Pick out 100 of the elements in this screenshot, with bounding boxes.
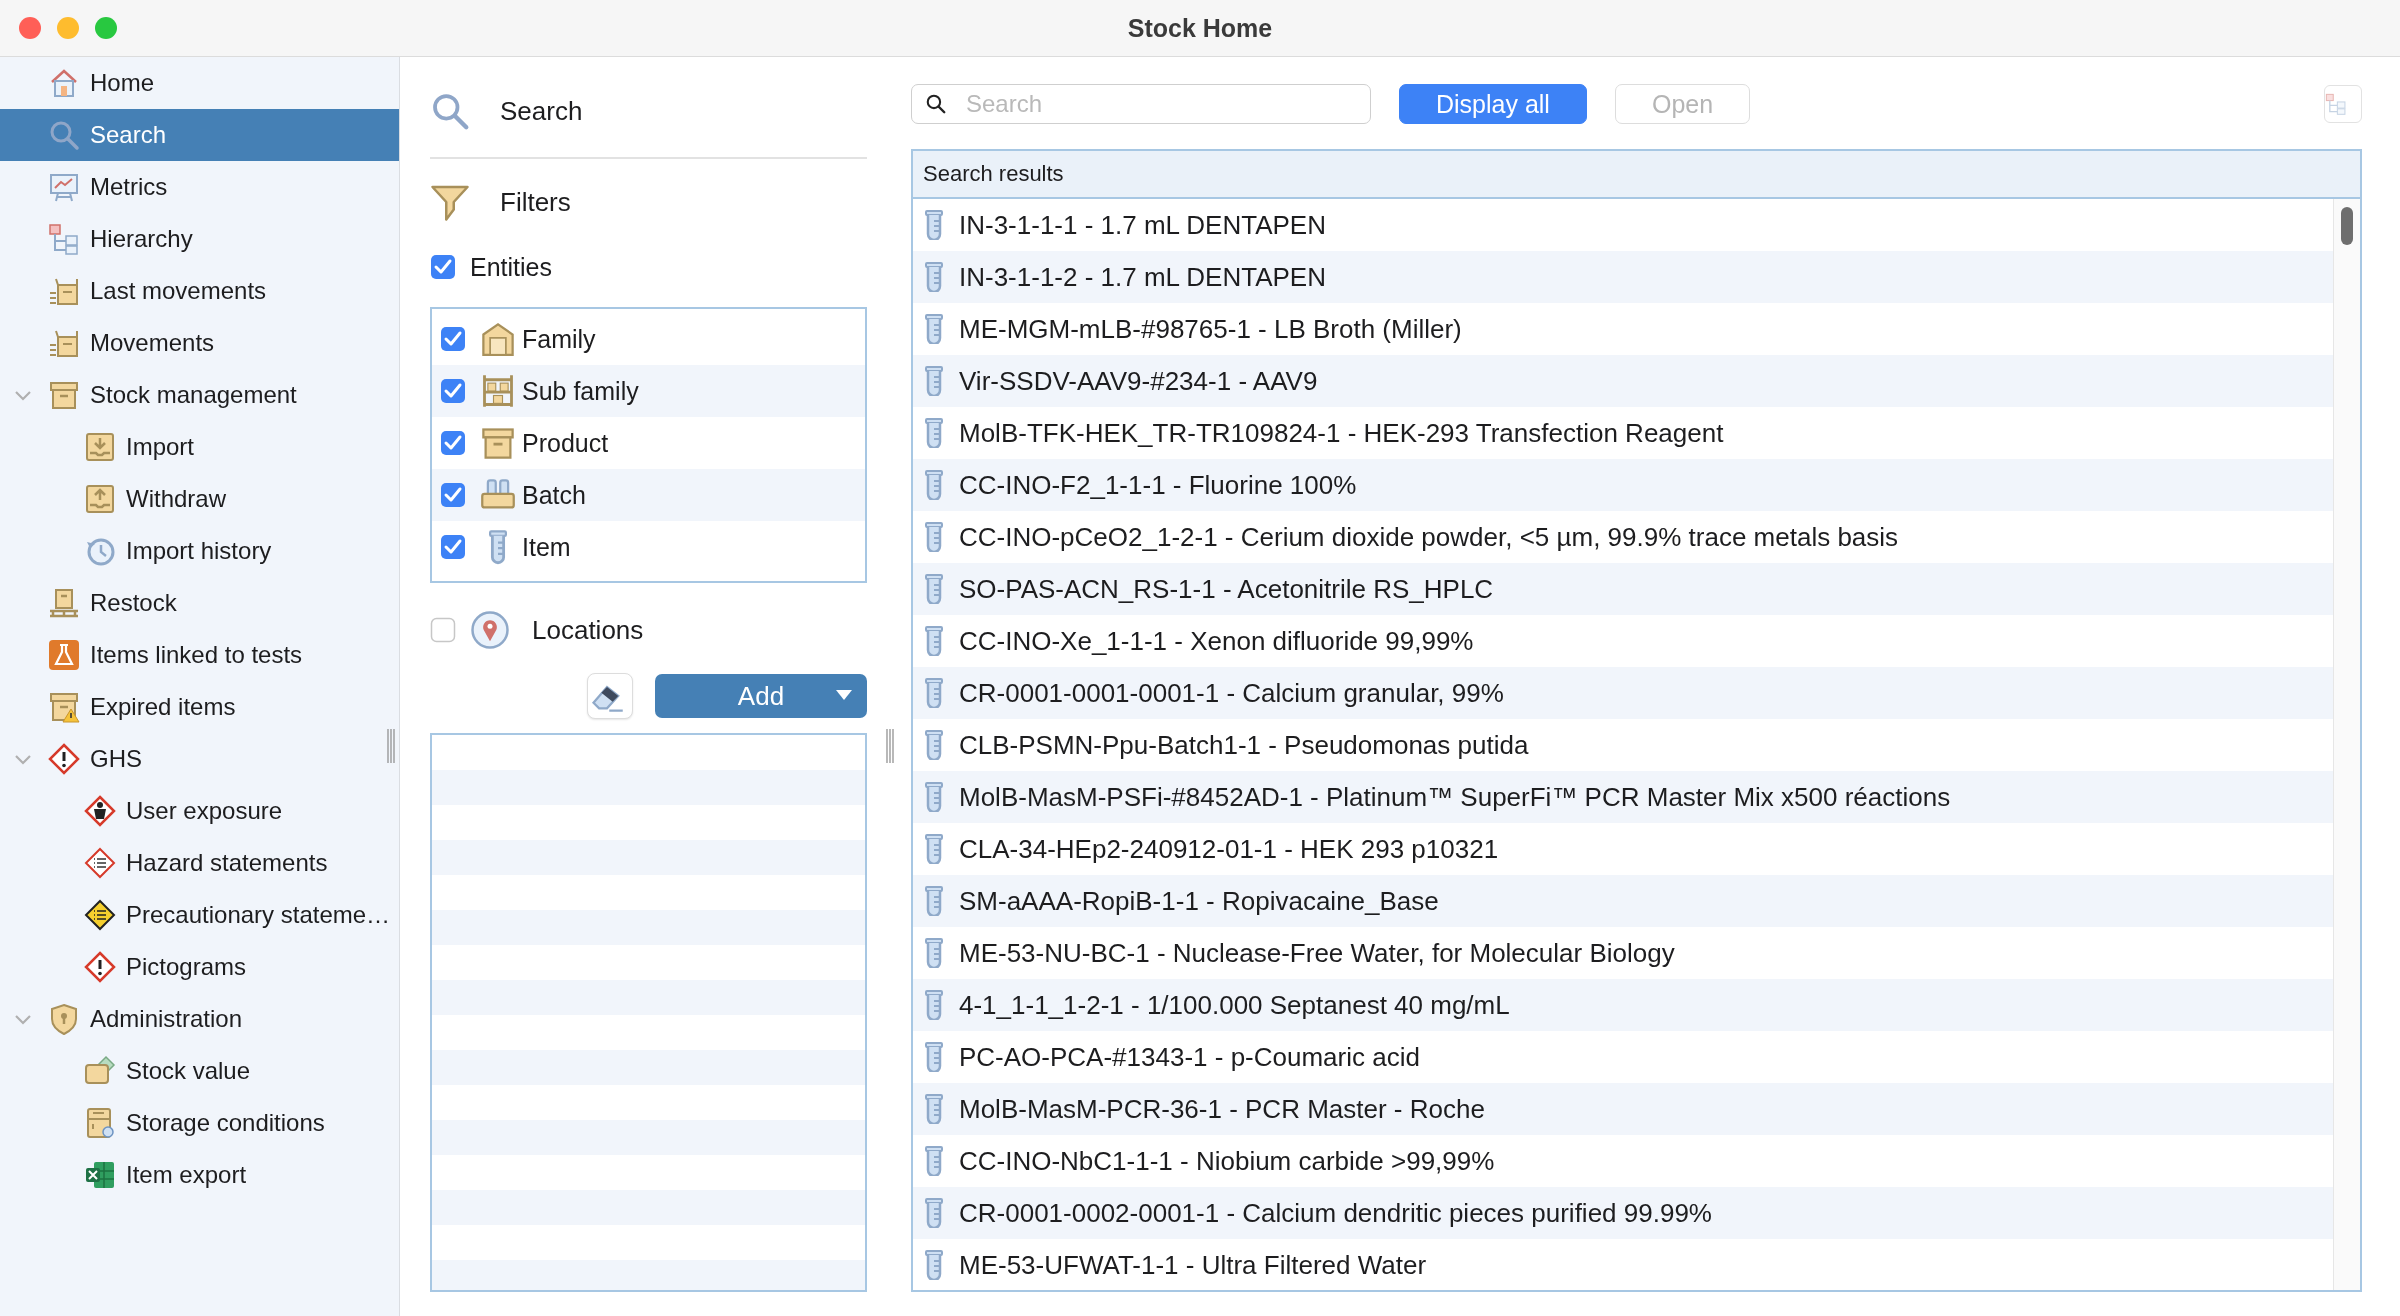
test-tube-icon (923, 1250, 945, 1280)
sidebar-item[interactable]: User exposure (0, 785, 399, 837)
sidebar-item[interactable]: Search (0, 109, 399, 161)
checkbox[interactable] (430, 254, 456, 280)
test-tube-icon (923, 210, 945, 240)
test-tube-icon (923, 938, 945, 968)
health-hazard-diamond-icon (84, 795, 116, 827)
result-row[interactable]: CR-0001-0002-0001-1 - Calcium dendritic pieces purified 99.99% (913, 1187, 2333, 1239)
cabinet-gear-icon (84, 1107, 116, 1139)
table-header: Search results (923, 161, 1064, 187)
result-row[interactable]: CC-INO-F2_1-1-1 - Fluorine 100% (913, 459, 2333, 511)
scroll-thumb[interactable] (2341, 207, 2353, 245)
test-tube-icon (923, 990, 945, 1020)
result-row[interactable]: PC-AO-PCA-#1343-1 - p-Coumaric acid (913, 1031, 2333, 1083)
result-row[interactable]: CC-INO-pCeO2_1-2-1 - Cerium dioxide powder, <5 µm, 99.9% trace metals basis (913, 511, 2333, 563)
sidebar-item[interactable]: Stock management (0, 369, 399, 421)
splitter-handle[interactable] (885, 729, 895, 763)
result-row[interactable]: MolB-TFK-HEK_TR-TR109824-1 - HEK-293 Transfection Reagent (913, 407, 2333, 459)
sidebar-item[interactable]: Import history (0, 525, 399, 577)
search-icon (48, 119, 80, 151)
result-row[interactable]: CR-0001-0001-0001-1 - Calcium granular, 99% (913, 667, 2333, 719)
eraser-button[interactable] (587, 673, 633, 719)
sidebar-label: Precautionary stateme… (126, 901, 391, 929)
minimize-button[interactable] (56, 16, 80, 40)
sidebar-item[interactable]: Hazard statements (0, 837, 399, 889)
result-row[interactable]: ME-53-UFWAT-1-1 - Ultra Filtered Water (913, 1239, 2333, 1290)
test-tube-icon (923, 366, 945, 396)
result-row[interactable]: CLB-PSMN-Ppu-Batch1-1 - Pseudomonas putida (913, 719, 2333, 771)
sidebar-label: Restock (90, 589, 177, 617)
checkbox[interactable] (440, 482, 466, 508)
checkbox-label: Product (522, 428, 609, 458)
sidebar-label: Item export (126, 1161, 247, 1189)
checkbox-label: Entities (470, 252, 552, 282)
sidebar-item[interactable]: Expired items (0, 681, 399, 733)
checkbox[interactable] (440, 378, 466, 404)
hierarchy-icon (48, 223, 80, 255)
search-icon (430, 91, 470, 131)
test-tube-icon (923, 782, 945, 812)
sidebar-label: Hierarchy (90, 225, 193, 253)
display-all-button[interactable]: Display all (1399, 84, 1587, 124)
result-row[interactable]: ME-53-NU-BC-1 - Nuclease-Free Water, for Molecular Biology (913, 927, 2333, 979)
result-row[interactable]: 4-1_1-1_1-2-1 - 1/100.000 Septanest 40 mg/mL (913, 979, 2333, 1031)
sidebar-item[interactable]: Administration (0, 993, 399, 1045)
zoom-button[interactable] (94, 16, 118, 40)
test-tube-icon (923, 1042, 945, 1072)
result-row[interactable]: IN-3-1-1-1 - 1.7 mL DENTAPEN (913, 199, 2333, 251)
sidebar-item[interactable]: Stock value (0, 1045, 399, 1097)
sidebar-label: Home (90, 69, 155, 97)
result-row[interactable]: MolB-MasM-PSFi-#8452AD-1 - Platinum™ SuperFi™ PCR Master Mix x500 réactions (913, 771, 2333, 823)
sidebar-item[interactable]: Movements (0, 317, 399, 369)
sidebar-label: Import (126, 433, 194, 461)
result-row[interactable]: CLA-34-HEp2-240912-01-1 - HEK 293 p10321 (913, 823, 2333, 875)
close-button[interactable] (18, 16, 42, 40)
sidebar-item[interactable]: Item export (0, 1149, 399, 1201)
sidebar-item[interactable]: Hierarchy (0, 213, 399, 265)
checkbox[interactable] (430, 617, 456, 643)
result-row[interactable]: SM-aAAA-RopiB-1-1 - Ropivacaine_Base (913, 875, 2333, 927)
warning-diamond-icon (48, 743, 80, 775)
checkbox[interactable] (440, 430, 466, 456)
add-button[interactable]: Add (655, 674, 867, 718)
sidebar-label: Pictograms (126, 953, 247, 981)
sidebar-item[interactable]: Storage conditions (0, 1097, 399, 1149)
sidebar-item[interactable]: Import (0, 421, 399, 473)
checkbox[interactable] (440, 326, 466, 352)
checkbox-label: Sub family (522, 376, 639, 406)
sidebar-item[interactable]: Restock (0, 577, 399, 629)
result-row[interactable]: IN-3-1-1-2 - 1.7 mL DENTAPEN (913, 251, 2333, 303)
box-icon (48, 379, 80, 411)
sidebar-item[interactable]: Items linked to tests (0, 629, 399, 681)
location-pin-icon (470, 610, 510, 650)
test-tube-icon (923, 1198, 945, 1228)
sidebar-item[interactable]: Precautionary stateme… (0, 889, 399, 941)
result-row[interactable]: MolB-MasM-PCR-36-1 - PCR Master - Roche (913, 1083, 2333, 1135)
result-row[interactable]: ME-MGM-mLB-#98765-1 - LB Broth (Miller) (913, 303, 2333, 355)
scrollbar[interactable] (2333, 199, 2360, 1290)
result-row[interactable]: SO-PAS-ACN_RS-1-1 - Acetonitrile RS_HPLC (913, 563, 2333, 615)
sidebar-item[interactable]: GHS (0, 733, 399, 785)
result-row[interactable]: Vir-SSDV-AAV9-#234-1 - AAV9 (913, 355, 2333, 407)
sidebar-label: Stock value (126, 1057, 251, 1085)
sidebar-item[interactable]: Last movements (0, 265, 399, 317)
box-icon (480, 425, 516, 461)
window-title: Stock Home (1127, 13, 1273, 43)
result-row[interactable]: CC-INO-Xe_1-1-1 - Xenon difluoride 99,99% (913, 615, 2333, 667)
sidebar-label: Administration (90, 1005, 243, 1033)
result-row[interactable]: CC-INO-NbC1-1-1 - Niobium carbide >99,99% (913, 1135, 2333, 1187)
search-field[interactable]: Search (911, 84, 1371, 124)
hierarchy-button[interactable] (2324, 85, 2362, 123)
splitter-handle[interactable] (386, 729, 396, 763)
sidebar-item[interactable]: Pictograms (0, 941, 399, 993)
shield-icon (48, 1003, 80, 1035)
sidebar-label: Search (90, 121, 167, 149)
sidebar-label: Last movements (90, 277, 267, 305)
sidebar-item[interactable]: Metrics (0, 161, 399, 213)
easel-chart-icon (48, 171, 80, 203)
test-tube-icon (923, 678, 945, 708)
checkbox[interactable] (440, 534, 466, 560)
sidebar-label: Items linked to tests (90, 641, 303, 669)
list-diamond-icon (84, 899, 116, 931)
sidebar-item[interactable]: Withdraw (0, 473, 399, 525)
sidebar-item[interactable]: Home (0, 57, 399, 109)
